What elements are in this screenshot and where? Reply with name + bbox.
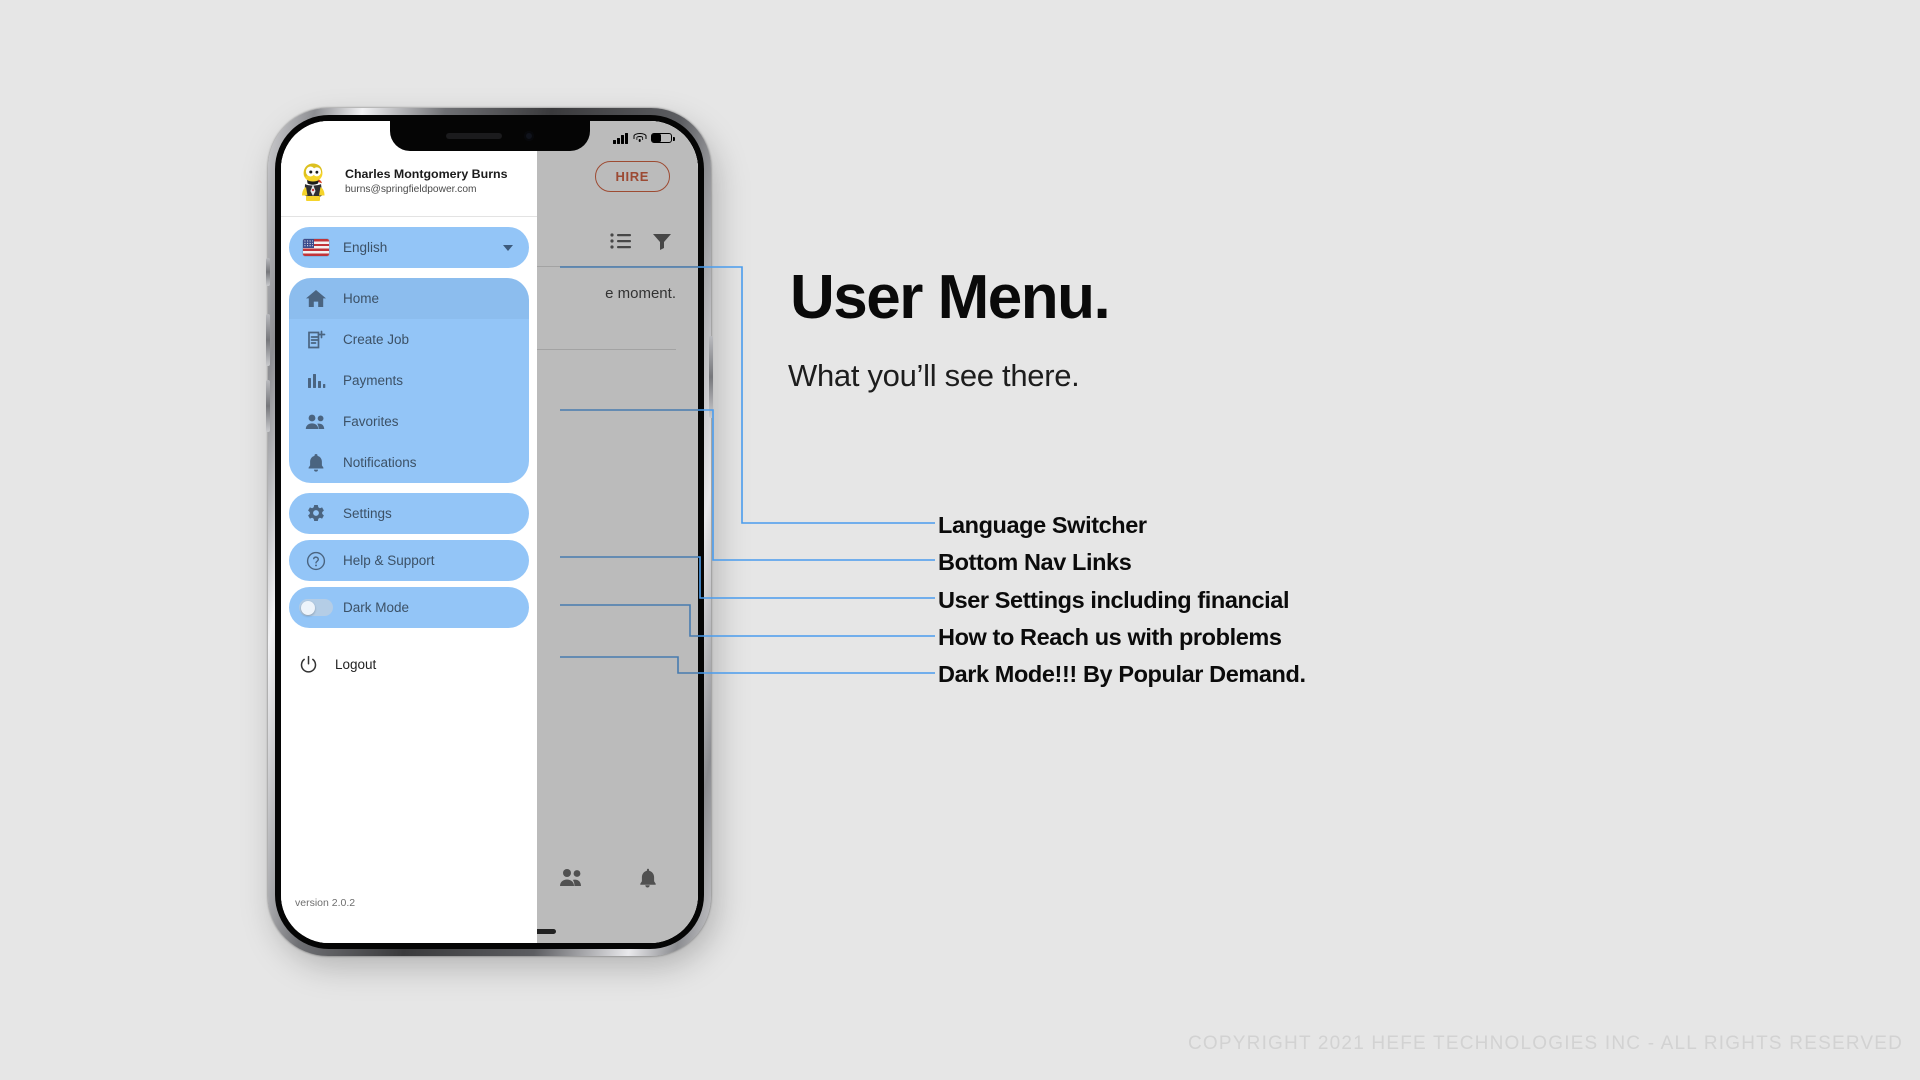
version-label: version 2.0.2 <box>295 897 356 909</box>
create-job-icon <box>289 330 343 350</box>
phone-power-button <box>709 336 713 418</box>
sidebar-item-label: Favorites <box>343 414 399 429</box>
sidebar-item-create-job[interactable]: Create Job <box>289 319 529 360</box>
sidebar-item-payments[interactable]: Payments <box>289 360 529 401</box>
sidebar-item-help-support[interactable]: Help & Support <box>289 540 529 581</box>
annotation-bottom-nav-links: Bottom Nav Links <box>938 549 1132 575</box>
us-flag-icon <box>289 239 343 256</box>
bell-icon <box>289 453 343 473</box>
sidebar-item-label: Settings <box>343 506 392 521</box>
profile-name: Charles Montgomery Burns <box>345 166 508 181</box>
battery-icon <box>651 132 675 144</box>
sidebar-item-label: Create Job <box>343 332 410 347</box>
annotation-user-settings: User Settings including financial <box>938 587 1290 613</box>
sidebar-item-favorites[interactable]: Favorites <box>289 401 529 442</box>
dark-mode-row[interactable]: Dark Mode <box>289 587 529 628</box>
bar-chart-icon <box>289 372 343 390</box>
language-label: English <box>343 240 388 255</box>
sidebar-item-label: Home <box>343 291 380 306</box>
nav-group: Home Create Job Payments Favorites Notif… <box>281 278 537 483</box>
home-icon <box>289 289 343 308</box>
language-switcher[interactable]: English <box>289 227 529 268</box>
phone-volume-down-button <box>266 380 270 432</box>
annotation-language-switcher: Language Switcher <box>938 512 1147 538</box>
page-title: User Menu. <box>790 263 1111 332</box>
phone-notch <box>389 121 590 151</box>
sidebar-item-label: Payments <box>343 373 404 388</box>
sidebar-item-notifications[interactable]: Notifications <box>289 442 529 483</box>
phone-volume-up-button <box>266 314 270 366</box>
signal-bars-icon <box>613 132 628 144</box>
sidebar-item-label: Help & Support <box>343 553 435 568</box>
copyright-footer: COPYRIGHT 2021 HEFE TECHNOLOGIES INC - A… <box>1188 1033 1904 1054</box>
annotation-help-support: How to Reach us with problems <box>938 624 1282 650</box>
phone-mute-switch <box>266 258 270 286</box>
user-menu-drawer: Charles Montgomery Burns burns@springfie… <box>281 121 537 943</box>
gear-icon <box>289 504 343 524</box>
avatar <box>293 160 335 202</box>
wifi-icon <box>633 133 646 143</box>
sidebar-item-settings[interactable]: Settings <box>289 493 529 534</box>
page-subtitle: What you’ll see there. <box>788 358 1080 393</box>
front-camera-icon <box>523 131 534 141</box>
power-icon <box>281 655 335 674</box>
logout-button[interactable]: Logout <box>281 642 537 686</box>
phone-bezel: HIRE e moment. Charles Montgomery Burns … <box>275 115 704 949</box>
annotation-dark-mode: Dark Mode!!! By Popular Demand. <box>938 661 1306 687</box>
dark-mode-label: Dark Mode <box>343 600 410 615</box>
earpiece-speaker <box>445 133 502 139</box>
phone-mockup: HIRE e moment. Charles Montgomery Burns … <box>266 108 723 973</box>
chevron-down-icon[interactable] <box>503 244 513 251</box>
phone-frame: HIRE e moment. Charles Montgomery Burns … <box>266 108 713 956</box>
phone-screen: HIRE e moment. Charles Montgomery Burns … <box>281 121 698 943</box>
people-icon <box>289 414 343 430</box>
logout-label: Logout <box>335 656 377 672</box>
screenshot-canvas: HIRE e moment. Charles Montgomery Burns … <box>0 0 1920 1080</box>
sidebar-item-home[interactable]: Home <box>289 278 529 319</box>
profile-email: burns@springfieldpower.com <box>345 183 477 195</box>
toggle-off-icon[interactable] <box>289 599 343 616</box>
sidebar-item-label: Notifications <box>343 455 417 470</box>
profile-text: Charles Montgomery Burns burns@springfie… <box>345 167 507 195</box>
question-circle-icon <box>289 551 343 571</box>
